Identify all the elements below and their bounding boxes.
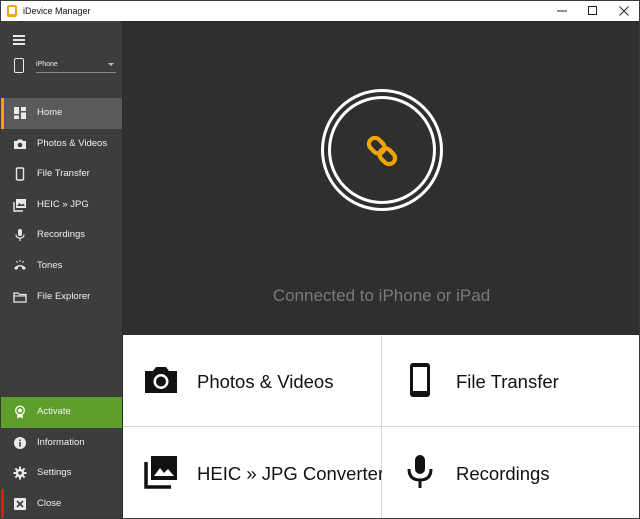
- chain-link-icon: [366, 135, 398, 167]
- tile-label: File Transfer: [456, 371, 559, 392]
- tile-heic-jpg-converter[interactable]: HEIC » JPG Converter: [123, 427, 385, 518]
- sidebar-item-label: Close: [37, 497, 62, 509]
- app-logo-icon: [7, 5, 17, 17]
- sidebar-item-tones[interactable]: Tones: [1, 251, 122, 282]
- sidebar-item-home[interactable]: Home: [1, 98, 122, 129]
- title-bar: iDevice Manager: [1, 1, 639, 21]
- maximize-icon: [587, 6, 597, 15]
- window-close-button[interactable]: [608, 1, 639, 21]
- microphone-icon: [407, 455, 433, 488]
- tile-label: HEIC » JPG Converter: [197, 463, 385, 484]
- tile-label: Photos & Videos: [197, 371, 334, 392]
- info-icon: [14, 436, 26, 449]
- sidebar-item-heic-jpg[interactable]: HEIC » JPG: [1, 190, 122, 221]
- app-window: iDevice Manager iPhone Home Photos & Vid…: [0, 0, 640, 519]
- home-dashboard-icon: [14, 107, 26, 119]
- window-title: iDevice Manager: [23, 6, 91, 16]
- tile-label: Recordings: [456, 463, 550, 484]
- maximize-button[interactable]: [577, 1, 608, 21]
- sidebar-item-file-transfer[interactable]: File Transfer: [1, 159, 122, 190]
- feature-tiles: Photos & Videos File Transfer HEIC » JPG…: [123, 335, 639, 518]
- tile-file-transfer[interactable]: File Transfer: [382, 335, 639, 427]
- minimize-icon: [556, 10, 567, 12]
- connection-status-panel: Connected to iPhone or iPad: [123, 21, 639, 335]
- device-selector-row: iPhone: [1, 56, 122, 78]
- sidebar-item-label: Settings: [37, 467, 72, 479]
- sidebar-item-information[interactable]: Information: [1, 428, 122, 459]
- sidebar-item-label: File Explorer: [37, 290, 91, 302]
- chevron-down-icon: [108, 63, 114, 66]
- ringtone-phone-icon: [14, 259, 26, 270]
- tile-recordings[interactable]: Recordings: [382, 427, 639, 518]
- camera-icon: [145, 367, 177, 393]
- sidebar-item-photos-videos[interactable]: Photos & Videos: [1, 129, 122, 160]
- image-gallery-icon: [13, 198, 26, 212]
- sidebar-item-label: File Transfer: [37, 168, 90, 180]
- sidebar-item-label: Photos & Videos: [37, 137, 108, 149]
- sidebar-item-label: Information: [37, 436, 85, 448]
- hamburger-menu-icon[interactable]: [13, 35, 25, 45]
- sidebar-item-settings[interactable]: Settings: [1, 458, 122, 489]
- sidebar-item-label: HEIC » JPG: [37, 198, 89, 210]
- minimize-button[interactable]: [546, 1, 577, 21]
- sidebar-item-label: Home: [37, 107, 63, 118]
- device-select-value: iPhone: [36, 61, 58, 68]
- activate-button[interactable]: Activate: [1, 397, 122, 428]
- sidebar-item-file-explorer[interactable]: File Explorer: [1, 282, 122, 313]
- activate-label: Activate: [37, 406, 71, 417]
- certificate-icon: [15, 405, 25, 419]
- bottom-nav: Activate Information Settings Close: [1, 397, 122, 518]
- sidebar-item-label: Recordings: [37, 229, 86, 241]
- sidebar: iPhone Home Photos & Videos File Transfe…: [1, 21, 122, 518]
- camera-icon: [14, 139, 26, 149]
- phone-icon: [15, 167, 25, 181]
- gear-icon: [13, 466, 27, 480]
- phone-icon: [14, 58, 24, 73]
- close-icon: [618, 6, 629, 16]
- sidebar-item-close[interactable]: Close: [1, 488, 122, 518]
- image-gallery-icon: [144, 456, 177, 489]
- sidebar-item-recordings[interactable]: Recordings: [1, 220, 122, 251]
- folder-icon: [13, 291, 27, 303]
- sidebar-item-label: Tones: [37, 259, 63, 271]
- phone-icon: [410, 363, 430, 397]
- close-box-icon: [14, 497, 26, 510]
- connection-status-text: Connected to iPhone or iPad: [272, 286, 491, 305]
- device-select[interactable]: iPhone: [36, 59, 116, 73]
- tile-photos-videos[interactable]: Photos & Videos: [123, 335, 382, 427]
- microphone-icon: [15, 229, 25, 242]
- main-nav: Home Photos & Videos File Transfer HEIC …: [1, 98, 122, 312]
